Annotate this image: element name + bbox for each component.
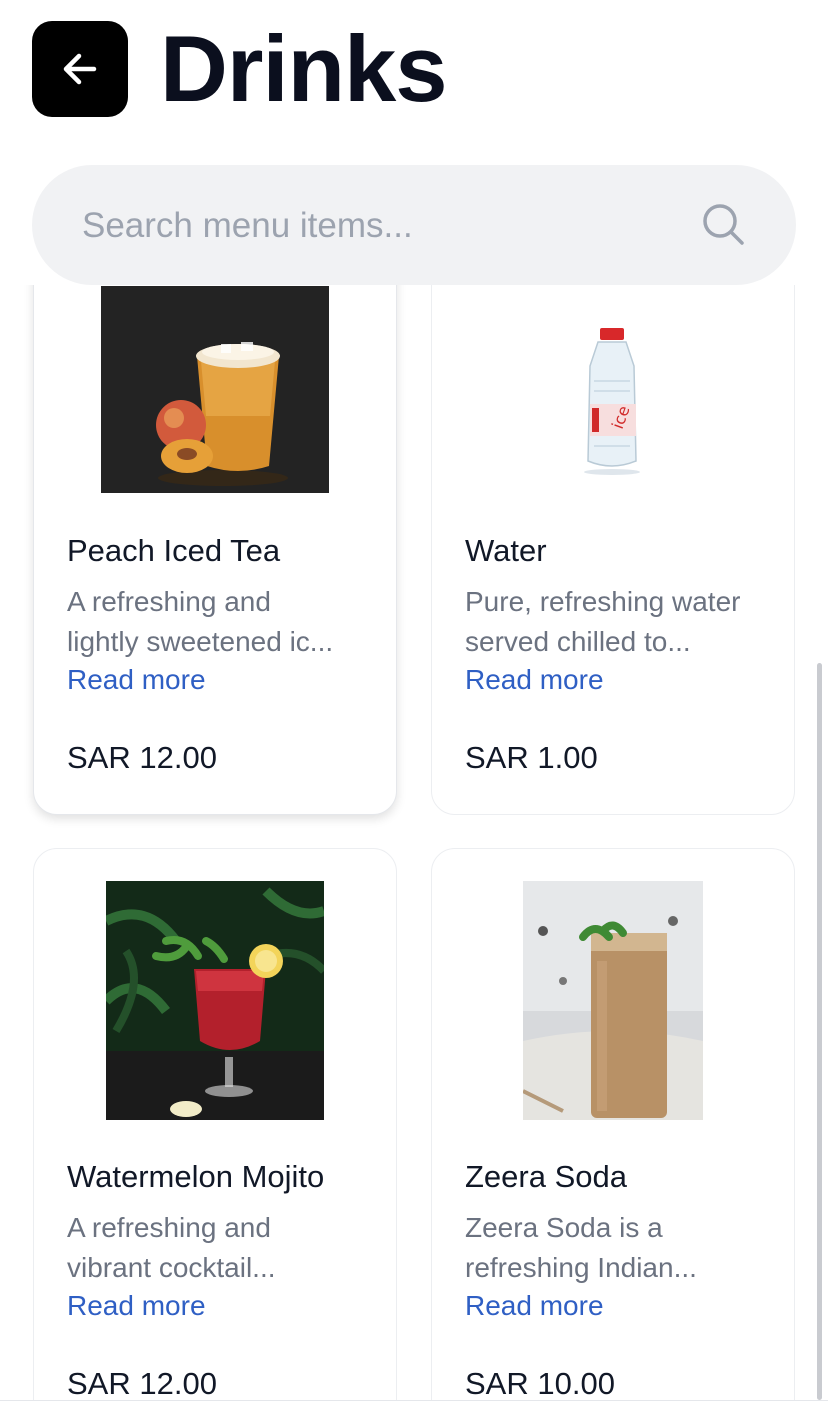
- menu-item-card[interactable]: ice Water Pure, refreshing water served …: [431, 285, 795, 815]
- item-price: SAR 10.00: [465, 1366, 615, 1400]
- arrow-left-icon: [63, 53, 97, 85]
- item-name: Water: [465, 533, 547, 568]
- read-more-link[interactable]: Read more: [465, 664, 604, 696]
- item-name: Peach Iced Tea: [67, 533, 281, 568]
- item-description-line-2: lightly sweetened ic...: [67, 626, 334, 657]
- read-more-link[interactable]: Read more: [67, 664, 206, 696]
- water-bottle-image: ice: [564, 326, 660, 476]
- watermelon-mojito-image: [106, 881, 324, 1120]
- zeera-soda-image: [523, 881, 703, 1120]
- item-price: SAR 12.00: [67, 740, 217, 775]
- item-price: SAR 12.00: [67, 1366, 217, 1400]
- item-name: Zeera Soda: [465, 1159, 627, 1194]
- item-name: Watermelon Mojito: [67, 1159, 325, 1194]
- search-bar[interactable]: [32, 165, 796, 285]
- item-description-line-2: refreshing Indian...: [465, 1252, 697, 1283]
- item-description-line-1: Pure, refreshing water: [465, 586, 741, 617]
- item-description-line-1: Zeera Soda is a: [465, 1212, 663, 1243]
- item-description-line-1: A refreshing and: [67, 1212, 271, 1243]
- header: Drinks: [0, 0, 828, 150]
- scrollbar[interactable]: [817, 663, 822, 1400]
- item-price: SAR 1.00: [465, 740, 598, 775]
- item-description-line-1: A refreshing and: [67, 586, 271, 617]
- read-more-link[interactable]: Read more: [465, 1290, 604, 1322]
- search-input[interactable]: [80, 195, 684, 257]
- search-icon[interactable]: [700, 201, 746, 247]
- menu-item-card[interactable]: Watermelon Mojito A refreshing and vibra…: [33, 848, 397, 1400]
- back-button[interactable]: [32, 21, 128, 117]
- menu-items-grid: Peach Iced Tea A refreshing and lightly …: [0, 285, 828, 1400]
- item-description-line-2: served chilled to...: [465, 626, 691, 657]
- menu-item-card[interactable]: Zeera Soda Zeera Soda is a refreshing In…: [431, 848, 795, 1400]
- bottom-bar: [0, 1400, 828, 1426]
- menu-item-card[interactable]: Peach Iced Tea A refreshing and lightly …: [33, 285, 397, 815]
- read-more-link[interactable]: Read more: [67, 1290, 206, 1322]
- peach-iced-tea-image: [101, 286, 329, 493]
- item-description-line-2: vibrant cocktail...: [67, 1252, 276, 1283]
- page-title: Drinks: [160, 16, 448, 121]
